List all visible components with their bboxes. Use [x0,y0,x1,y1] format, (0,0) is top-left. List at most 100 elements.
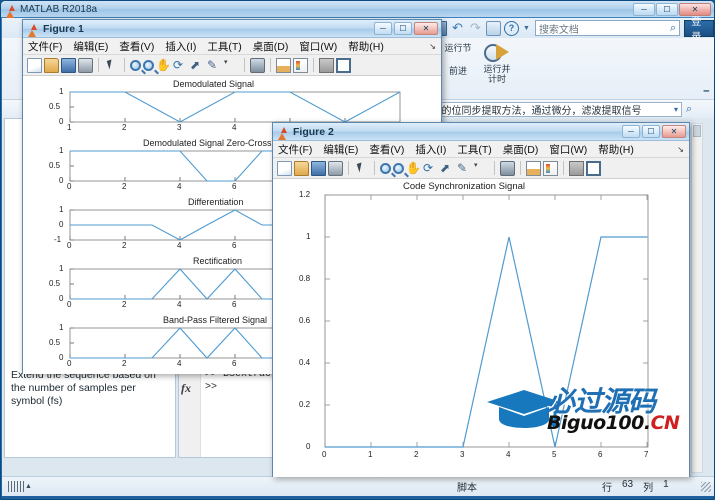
search-icon[interactable]: ⌕ [686,103,692,116]
help-icon[interactable]: ? [504,20,519,36]
chevron-down-icon[interactable]: ▾ [674,105,678,114]
pan-icon[interactable]: ✋ [156,58,171,73]
figure1-window-controls: ─ ☐ ✕ [374,22,438,35]
zoom-out-icon[interactable] [143,60,154,71]
brush-dropdown-icon[interactable]: ▾ [474,161,489,176]
run-section-button[interactable]: 运行节 [442,43,474,53]
scrollbar-thumb[interactable] [693,125,701,137]
figure1-menu-view[interactable]: 查看(V) [119,39,154,54]
toolbar-divider [98,58,99,72]
hide-plot-tools-icon[interactable] [569,160,584,176]
chevron-down-icon[interactable]: ▼ [523,25,530,32]
path-input[interactable]: b的位同步提取方法，通过微分，滤波提取信号 ▾ [432,101,682,117]
figure2-menu-window[interactable]: 窗口(W) [549,142,587,157]
print-icon[interactable] [78,57,93,73]
zoom-in-icon[interactable] [130,60,141,71]
insert-legend-icon[interactable] [276,57,291,73]
figure1-menu-help[interactable]: 帮助(H) [348,39,384,54]
pointer-icon[interactable] [104,58,119,73]
figure2-close-button[interactable]: ✕ [662,125,686,138]
figure2-xtick-2: 2 [414,450,419,459]
figure2-toolbar: ✋ ⟳ ⬈ ✎ ▾ [273,158,689,179]
figure2-maximize-button[interactable]: ☐ [642,125,660,138]
figure2-menu-view[interactable]: 查看(V) [369,142,404,157]
show-plot-tools-icon[interactable] [586,160,601,176]
doc-search-input[interactable]: 搜索文档 ⌕ [534,20,681,36]
figure2-menu-tools[interactable]: 工具(T) [457,142,491,157]
matlab-maximize-button[interactable]: ☐ [656,3,678,16]
advance-button[interactable]: 前进 [442,66,474,76]
zoom-in-icon[interactable] [380,163,391,174]
figure1-menu-desktop[interactable]: 桌面(D) [253,39,289,54]
figure2-menu-file[interactable]: 文件(F) [278,142,312,157]
vertical-scrollbar[interactable] [691,123,703,473]
chevron-up-icon[interactable]: ▲ [25,483,32,490]
figure1-titlebar[interactable]: Figure 1 ─ ☐ ✕ [23,20,441,38]
figure1-menu-overflow-icon[interactable]: ↘ [429,42,436,51]
open-file-icon[interactable] [294,160,309,176]
data-cursor-icon[interactable]: ⬈ [190,58,205,73]
insert-colorbar-icon[interactable] [543,160,558,176]
save-figure-icon[interactable] [311,160,326,176]
figure1-menu-file[interactable]: 文件(F) [28,39,62,54]
show-plot-tools-icon[interactable] [336,57,351,73]
pointer-icon[interactable] [354,161,369,176]
zoom-out-icon[interactable] [393,163,404,174]
matlab-minimize-button[interactable]: ─ [633,3,655,16]
figure2-titlebar[interactable]: Figure 2 ─ ☐ ✕ [273,123,689,141]
data-cursor-icon[interactable]: ⬈ [440,161,455,176]
save-figure-icon[interactable] [61,57,76,73]
undo-icon[interactable]: ↶ [450,20,465,36]
figure1-menu-window[interactable]: 窗口(W) [299,39,337,54]
print-preview-icon[interactable] [250,57,265,73]
resize-grip-icon[interactable] [8,481,24,492]
subplot3-ytick-1: 1 [59,205,64,214]
subplot4-xtick-2: 2 [122,300,127,309]
subplot5-xtick-6: 6 [232,359,237,368]
subplot3-xtick-2: 2 [122,241,127,250]
figure1-close-button[interactable]: ✕ [414,22,438,35]
run-and-time-button[interactable]: 运行并 计时 [476,41,518,84]
figure1-menu-insert[interactable]: 插入(I) [165,39,196,54]
figure2-xtick-4: 4 [506,450,511,459]
figure1-minimize-button[interactable]: ─ [374,22,392,35]
print-icon[interactable] [328,160,343,176]
subplot4-ytick-05: 0.5 [49,279,61,288]
toolbar-divider [348,161,349,175]
pan-icon[interactable]: ✋ [406,161,421,176]
open-file-icon[interactable] [44,57,59,73]
redo-icon[interactable]: ↷ [468,20,483,36]
search-icon[interactable]: ⌕ [670,22,676,35]
brush-icon[interactable]: ✎ [457,161,472,176]
run-and-time-label-line2: 计时 [487,74,506,84]
brush-dropdown-icon[interactable]: ▾ [224,58,239,73]
figure2-minimize-button[interactable]: ─ [622,125,640,138]
rotate-3d-icon[interactable]: ⟳ [423,161,438,176]
hide-plot-tools-icon[interactable] [319,57,334,73]
figure2-menu-overflow-icon[interactable]: ↘ [677,145,684,154]
figure2-ytick-08: 0.8 [299,274,311,283]
collapse-ribbon-icon[interactable]: ━ [704,86,709,97]
print-preview-icon[interactable] [500,160,515,176]
figure1-maximize-button[interactable]: ☐ [394,22,412,35]
brush-icon[interactable]: ✎ [207,58,222,73]
cut-icon[interactable] [486,20,501,36]
insert-legend-icon[interactable] [526,160,541,176]
figure1-menu-edit[interactable]: 编辑(E) [73,39,108,54]
matlab-titlebar[interactable]: MATLAB R2018a ─ ☐ ✕ [1,1,714,18]
matlab-logo-icon [27,23,38,37]
figure2-menu-insert[interactable]: 插入(I) [415,142,446,157]
new-figure-icon[interactable] [27,57,42,73]
new-figure-icon[interactable] [277,160,292,176]
figure2-menu-edit[interactable]: 编辑(E) [323,142,358,157]
insert-colorbar-icon[interactable] [293,57,308,73]
figure2-menu-desktop[interactable]: 桌面(D) [503,142,539,157]
rotate-3d-icon[interactable]: ⟳ [173,58,188,73]
window-resize-handle[interactable] [701,481,711,492]
figure2-menu-help[interactable]: 帮助(H) [598,142,634,157]
login-button[interactable]: 登录 [684,17,714,43]
figure1-menu-tools[interactable]: 工具(T) [207,39,241,54]
fx-icon[interactable]: fx [181,381,191,396]
status-bar: ▲ 脚本 行 63 列 1 [2,476,714,496]
figure1-menubar: 文件(F) 编辑(E) 查看(V) 插入(I) 工具(T) 桌面(D) 窗口(W… [23,38,441,55]
